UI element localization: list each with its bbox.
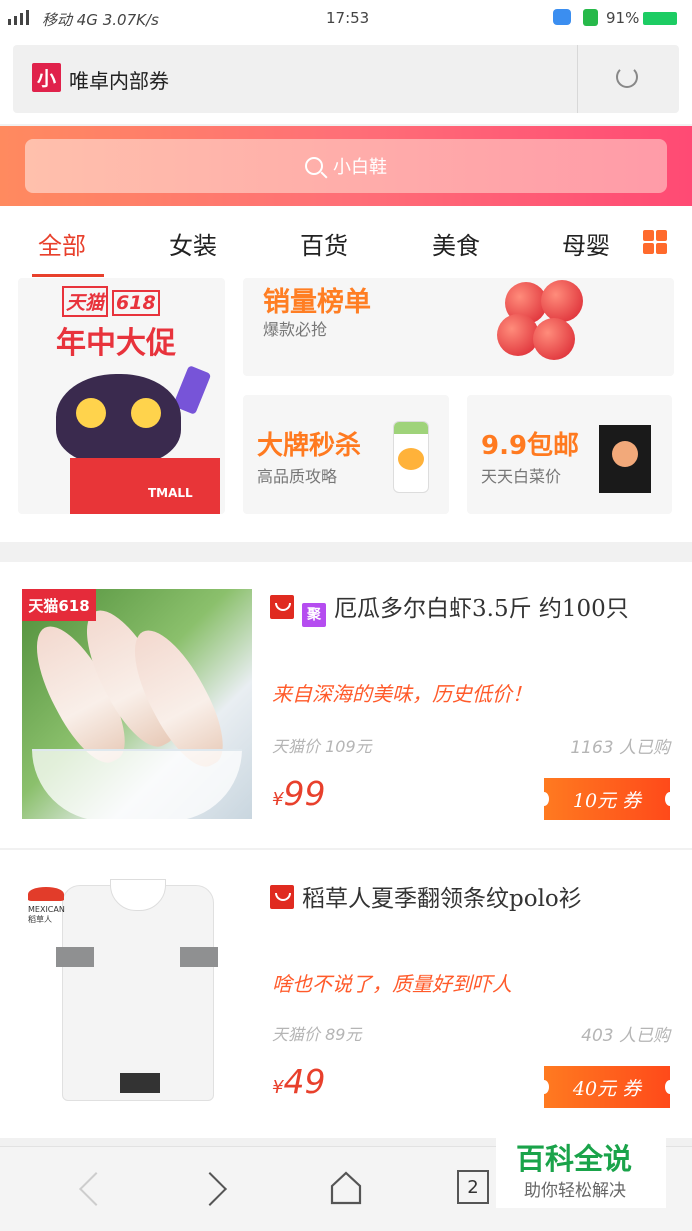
brand-flash-sale-card[interactable]: 大牌秒杀 高品质攻略 xyxy=(243,395,449,514)
free-shipping-card[interactable]: 9.9包邮 天天白菜价 xyxy=(467,395,672,514)
tmall-618-tag: 天猫618 xyxy=(22,589,96,621)
address-bar[interactable]: 小 唯卓内部券 xyxy=(13,45,679,113)
watermark-subtitle: 助你轻松解决 xyxy=(524,1181,626,1201)
app-header: 小 唯卓内部券 xyxy=(0,38,692,124)
polo-shirt-image xyxy=(62,885,214,1101)
status-bar: 移动 4G 3.07K/s 17:53 91% xyxy=(0,0,692,38)
sales-subtitle: 爆款必抢 xyxy=(263,320,328,339)
coupon-price: ¥49 xyxy=(272,1062,326,1101)
promo-area: 天猫 618 年中大促 TMALL 销量榜单 爆款必抢 大牌秒杀 高品质攻略 9.… xyxy=(0,278,692,542)
coupon-button[interactable]: 40元 券 xyxy=(539,1066,675,1108)
product-description: 啥也不说了，质量好到吓人 xyxy=(272,972,512,996)
nine-subtitle: 天天白菜价 xyxy=(481,467,562,486)
search-icon xyxy=(305,157,323,175)
sombrero-icon xyxy=(28,887,64,901)
battery-percent: 91% xyxy=(606,9,640,27)
sales-ranking-card[interactable]: 销量榜单 爆款必抢 xyxy=(243,278,674,376)
watermark: 百科全说 助你轻松解决 xyxy=(496,1128,666,1208)
tab-goods[interactable]: 百货 xyxy=(300,226,348,261)
battery-icon xyxy=(643,12,677,25)
tmall-brand: 天猫 618 xyxy=(58,286,160,317)
product-image[interactable]: MEXICAN 稻草人 xyxy=(22,877,252,1107)
divider xyxy=(577,45,578,113)
tmall-icon xyxy=(270,885,294,909)
coupon-price: ¥99 xyxy=(272,774,326,813)
tmall-618-banner[interactable]: 天猫 618 年中大促 TMALL xyxy=(18,278,225,514)
app-logo: 小 xyxy=(32,63,61,92)
tmall-cat-image xyxy=(56,374,181,464)
tabs-button[interactable]: 2 xyxy=(457,1170,489,1204)
brand-title: 大牌秒杀 xyxy=(257,431,362,461)
search-band: 小白鞋 xyxy=(0,126,692,206)
sold-count: 1163 人已购 xyxy=(570,738,670,758)
category-tabs: 全部 女装 百货 美食 母婴 xyxy=(0,206,692,278)
tab-baby[interactable]: 母婴 xyxy=(562,226,610,261)
brand-subtitle: 高品质攻略 xyxy=(257,467,338,486)
product-image[interactable]: 天猫618 xyxy=(22,589,252,819)
forward-icon[interactable] xyxy=(193,1172,227,1206)
product-card[interactable]: 天猫618 聚厄瓜多尔白虾3.5斤 约100只 来自深海的美味，历史低价！ 天猫… xyxy=(0,562,692,848)
refresh-icon[interactable] xyxy=(616,66,638,88)
search-placeholder: 小白鞋 xyxy=(333,157,387,178)
grid-menu-icon[interactable] xyxy=(643,230,667,254)
watermark-title: 百科全说 xyxy=(516,1142,633,1176)
active-tab-indicator xyxy=(32,274,104,277)
product-title[interactable]: 稻草人夏季翻领条纹polo衫 xyxy=(270,880,672,918)
sleeve-stripe xyxy=(180,947,218,967)
tab-food[interactable]: 美食 xyxy=(432,226,480,261)
gift-pack-image xyxy=(599,425,651,493)
clock: 17:53 xyxy=(326,9,370,27)
tab-womens[interactable]: 女装 xyxy=(169,226,217,261)
original-price: 天猫价 89元 xyxy=(272,1025,362,1044)
home-icon[interactable] xyxy=(330,1171,362,1205)
coupon-button[interactable]: 10元 券 xyxy=(539,778,675,820)
brand-logo: MEXICAN 稻草人 xyxy=(28,887,65,929)
cloud-icon xyxy=(553,9,571,25)
lock-icon xyxy=(583,9,598,26)
sold-count: 403 人已购 xyxy=(581,1026,670,1046)
tmall-slogan: 年中大促 xyxy=(56,326,176,361)
gift-box-image xyxy=(70,458,220,514)
product-title[interactable]: 聚厄瓜多尔白虾3.5斤 约100只 xyxy=(270,590,672,628)
shirt-label xyxy=(120,1073,160,1093)
product-card[interactable]: MEXICAN 稻草人 稻草人夏季翻领条纹polo衫 啥也不说了，质量好到吓人 … xyxy=(0,850,692,1138)
vitamin-bottle-image xyxy=(393,421,429,493)
tmall-icon xyxy=(270,595,294,619)
nine-title: 9.9包邮 xyxy=(481,431,580,461)
tmall-box-text: TMALL xyxy=(148,486,193,500)
back-icon[interactable] xyxy=(79,1172,113,1206)
apple-image xyxy=(541,280,583,322)
product-description: 来自深海的美味，历史低价！ xyxy=(272,682,532,706)
original-price: 天猫价 109元 xyxy=(272,737,372,756)
apple-image xyxy=(533,318,575,360)
carrier-label: 移动 4G 3.07K/s xyxy=(42,11,159,29)
tab-all[interactable]: 全部 xyxy=(38,226,86,261)
sleeve-stripe xyxy=(56,947,94,967)
bowl-image xyxy=(32,749,242,819)
page-title: 唯卓内部券 xyxy=(69,69,169,93)
search-input[interactable]: 小白鞋 xyxy=(25,139,667,193)
signal-icon xyxy=(8,10,29,25)
ju-badge: 聚 xyxy=(302,603,326,627)
sales-title: 销量榜单 xyxy=(263,287,371,318)
